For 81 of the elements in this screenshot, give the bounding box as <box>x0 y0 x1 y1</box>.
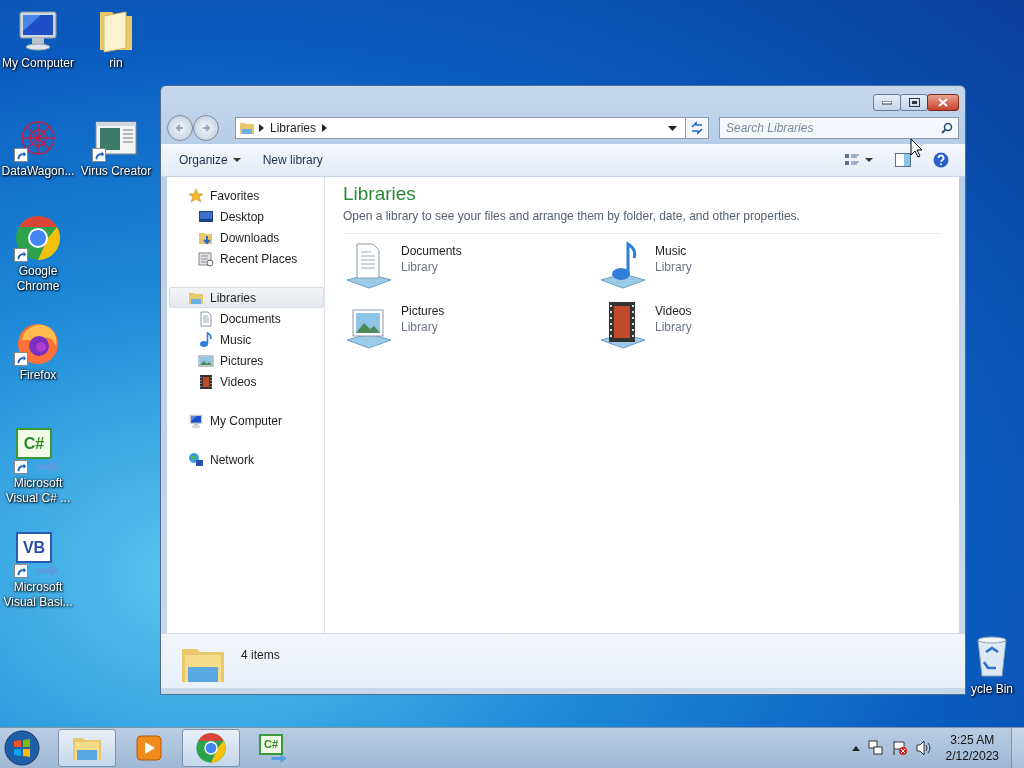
library-name[interactable]: Documents <box>401 244 462 258</box>
toolbar-button[interactable]: New library <box>254 149 331 171</box>
logo-text: C# <box>259 734 283 755</box>
item-count: 4 items <box>241 648 280 662</box>
show-hidden-icons-icon[interactable] <box>851 745 860 751</box>
library-heading: Libraries <box>343 183 417 205</box>
library-type: Library <box>401 260 439 274</box>
media-icon <box>133 732 165 764</box>
toolbar-button[interactable]: Organize <box>171 149 249 171</box>
speaker-icon[interactable] <box>915 740 932 756</box>
nav-item[interactable]: Downloads <box>169 227 324 248</box>
maximize-icon <box>908 98 920 107</box>
breadcrumb-arrow-icon <box>259 124 264 132</box>
address-bar[interactable]: Libraries <box>235 117 686 139</box>
clock[interactable]: 3:25 AM 2/12/2023 <box>939 732 1005 764</box>
help-icon <box>933 152 949 168</box>
nav-item[interactable]: Videos <box>169 371 324 392</box>
nav-item[interactable]: Favorites <box>169 185 324 206</box>
nav-item[interactable]: Documents <box>169 308 324 329</box>
desktop-icon-label[interactable]: ycle Bin <box>971 682 1013 697</box>
refresh-button[interactable] <box>685 117 709 139</box>
taskbar-button[interactable] <box>58 729 116 767</box>
mouse-cursor-icon <box>910 138 924 158</box>
arrow-icon <box>35 459 60 474</box>
desktop-icon <box>198 208 214 225</box>
logo-text: C# <box>16 428 52 460</box>
library-type: Library <box>401 320 439 334</box>
preview-pane-icon <box>895 153 911 167</box>
nav-item[interactable]: Music <box>169 329 324 350</box>
documents-icon <box>198 310 214 327</box>
nav-item[interactable]: Desktop <box>169 206 324 227</box>
pictures-icon <box>198 352 214 369</box>
music-icon <box>198 331 214 348</box>
minimize-icon <box>882 100 892 105</box>
library-icon <box>239 120 255 136</box>
nav-item[interactable]: Libraries <box>169 287 324 308</box>
desktop-icon-label[interactable]: rin <box>109 56 123 71</box>
back-button[interactable] <box>167 115 193 141</box>
flag-icon[interactable] <box>891 740 908 756</box>
library-name[interactable]: Pictures <box>401 304 445 318</box>
logo-text: VB <box>16 532 52 564</box>
recent-icon <box>198 250 214 267</box>
nav-item[interactable]: Network <box>169 449 324 470</box>
view-list-icon <box>844 153 860 167</box>
library-description: Open a library to see your files and arrange them by folder, date, and other properties. <box>343 209 801 223</box>
desktop-icon-label[interactable]: My Computer <box>2 56 74 71</box>
desktop-icon-label[interactable]: Google Chrome <box>0 264 76 294</box>
close-button[interactable] <box>927 94 959 111</box>
nav-item[interactable]: Pictures <box>169 350 324 371</box>
search-field[interactable]: Search Libraries <box>719 117 959 139</box>
taskbar-button[interactable] <box>182 729 240 767</box>
library-type: Library <box>655 260 692 274</box>
library-name[interactable]: Music <box>655 244 692 258</box>
taskbar-button[interactable]: C# <box>244 729 302 767</box>
desktop-icon-label[interactable]: DataWagon... <box>1 164 75 179</box>
breadcrumb-arrow-icon <box>322 124 328 132</box>
caret-icon <box>865 158 873 162</box>
library-name[interactable]: Videos <box>655 304 692 318</box>
dropdown-caret-icon[interactable] <box>668 125 677 131</box>
nav-item[interactable]: Recent Places <box>169 248 324 269</box>
desktop-icon-label[interactable]: Virus Creator <box>80 164 152 179</box>
maximize-button[interactable] <box>900 94 928 111</box>
network-icon[interactable] <box>867 740 884 756</box>
network-icon <box>188 451 204 468</box>
breadcrumb-link[interactable]: Libraries <box>268 121 319 135</box>
nav-item[interactable]: My Computer <box>169 410 324 431</box>
arrow-icon <box>35 563 60 578</box>
star-icon <box>188 187 204 204</box>
computer-icon <box>188 412 204 429</box>
forward-button[interactable] <box>193 115 219 141</box>
back-arrow-icon <box>175 123 185 133</box>
caret-icon <box>232 158 241 162</box>
videos-icon <box>198 373 214 390</box>
library-type: Library <box>655 320 692 334</box>
forward-arrow-icon <box>201 123 211 133</box>
refresh-icon <box>690 121 704 135</box>
chrome-icon <box>195 732 227 764</box>
close-icon <box>938 98 948 107</box>
arrow-icon <box>271 754 288 764</box>
chrome-icon <box>14 214 62 262</box>
search-icon <box>941 122 953 134</box>
